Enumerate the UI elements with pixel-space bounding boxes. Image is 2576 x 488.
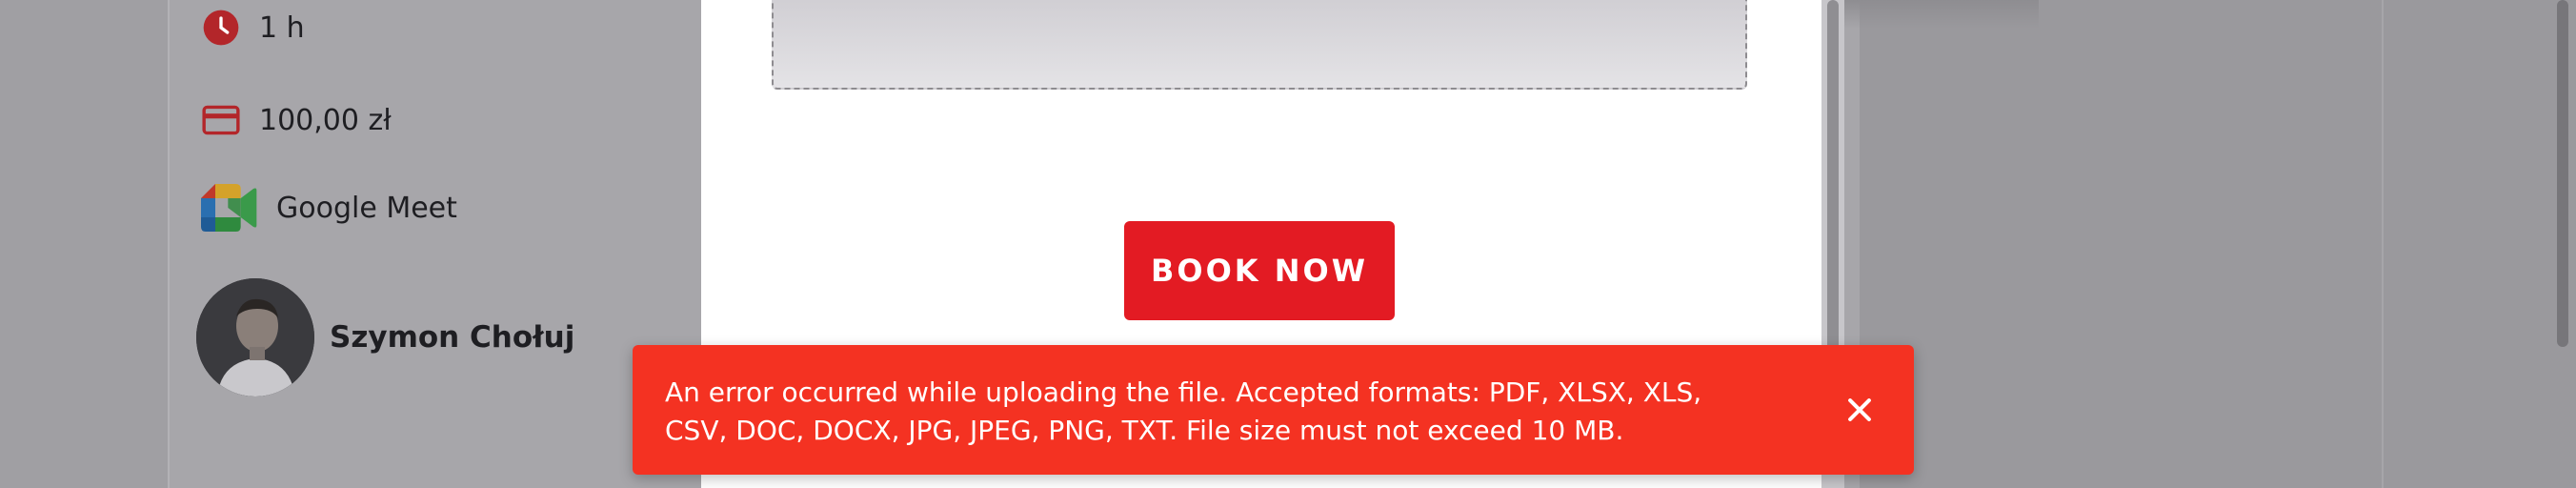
location-text: Google Meet [276,191,457,225]
host-profile: Szymon Chołuj [196,278,574,396]
location-row: Google Meet [200,184,457,232]
page-scrollbar-thumb[interactable] [2557,0,2568,347]
google-meet-icon [200,184,259,232]
event-details-card [168,0,688,488]
book-now-button[interactable]: BOOK NOW [1124,221,1395,320]
duration-row: 1 h [200,7,305,49]
host-name: Szymon Chołuj [330,320,575,355]
close-icon[interactable] [1835,385,1884,435]
error-toast: An error occurred while uploading the fi… [633,345,1914,475]
clock-icon [200,7,242,49]
modal-scrollbar-thumb[interactable] [1827,0,1839,362]
price-row: 100,00 zł [200,99,392,141]
file-dropzone[interactable] [772,0,1747,90]
page-background-left [0,0,168,488]
price-text: 100,00 zł [259,103,392,137]
panel-shadow [1810,0,2039,29]
duration-text: 1 h [259,10,305,45]
page-divider [2382,0,2384,488]
error-message: An error occurred while uploading the fi… [665,376,1702,446]
page-background-right [1860,0,2576,488]
avatar [196,278,314,396]
credit-card-icon [200,99,242,141]
